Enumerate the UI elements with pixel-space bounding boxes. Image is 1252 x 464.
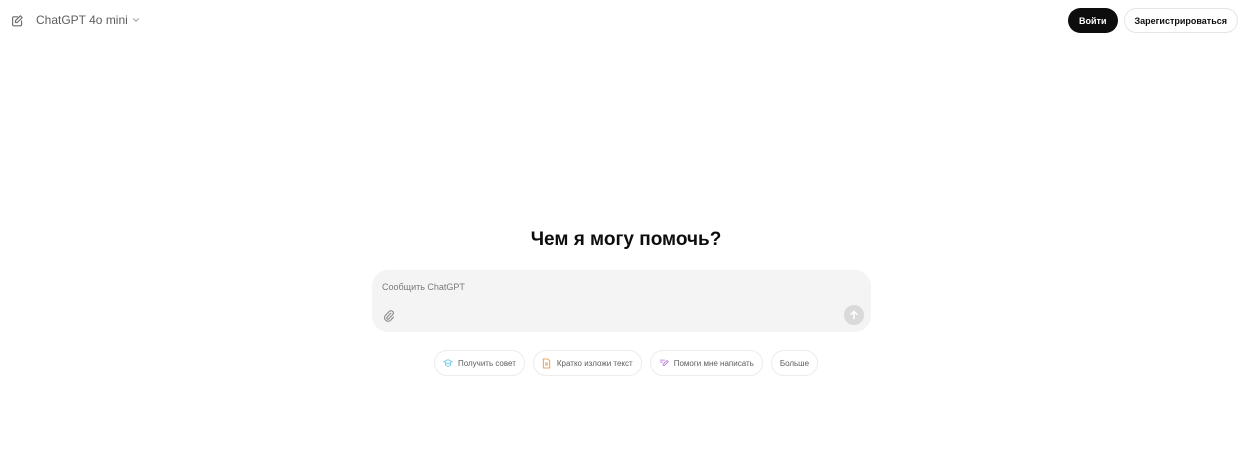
graduation-cap-icon bbox=[443, 358, 453, 368]
topbar-left: ChatGPT 4o mini bbox=[8, 10, 142, 30]
suggestion-label: Кратко изложи текст bbox=[556, 358, 633, 368]
suggestion-summarize[interactable]: Кратко изложи текст bbox=[532, 350, 642, 376]
suggestion-chips: Получить совет Кратко изложи текст Помог… bbox=[0, 350, 1252, 376]
model-name: ChatGPT 4o mini bbox=[36, 13, 128, 27]
auth-buttons: Войти Зарегистрироваться bbox=[1068, 8, 1238, 33]
edit-icon bbox=[11, 14, 24, 27]
login-button[interactable]: Войти bbox=[1068, 8, 1118, 33]
suggestion-more[interactable]: Больше bbox=[770, 350, 819, 376]
model-selector[interactable]: ChatGPT 4o mini bbox=[36, 13, 142, 27]
arrow-up-icon bbox=[849, 310, 859, 320]
suggestion-label: Получить совет bbox=[457, 358, 516, 368]
send-button[interactable] bbox=[844, 305, 864, 325]
page-title: Чем я могу помочь? bbox=[530, 229, 722, 250]
message-input[interactable] bbox=[382, 280, 822, 294]
paperclip-icon bbox=[383, 309, 394, 322]
suggestion-label: Помоги мне написать bbox=[673, 358, 754, 368]
attach-button[interactable] bbox=[380, 307, 396, 323]
document-icon bbox=[542, 357, 552, 369]
pen-icon bbox=[659, 358, 669, 368]
signup-button[interactable]: Зарегистрироваться bbox=[1123, 8, 1238, 33]
chatgpt-home: ChatGPT 4o mini Войти Зарегистрироваться… bbox=[0, 0, 1252, 464]
suggestion-get-advice[interactable]: Получить совет bbox=[433, 350, 525, 376]
new-chat-button[interactable] bbox=[8, 11, 26, 29]
suggestion-label: Больше bbox=[779, 358, 810, 368]
message-composer bbox=[372, 270, 871, 332]
chevron-down-icon bbox=[132, 15, 142, 25]
suggestion-help-write[interactable]: Помоги мне написать bbox=[649, 350, 763, 376]
